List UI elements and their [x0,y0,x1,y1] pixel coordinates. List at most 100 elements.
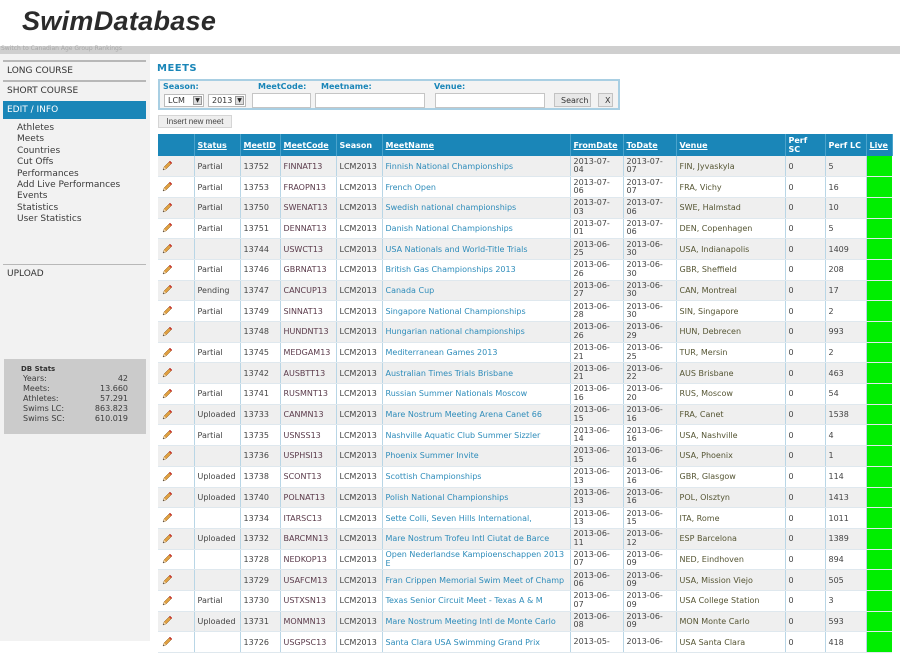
live-indicator[interactable] [866,404,892,426]
live-indicator[interactable] [866,280,892,302]
subnav-countries[interactable]: Countries [17,146,120,157]
subnav-add-live-performances[interactable]: Add Live Performances [17,180,120,191]
subnav-athletes[interactable]: Athletes [17,123,120,134]
pencil-edit-icon[interactable] [161,181,173,193]
live-indicator[interactable] [866,362,892,385]
meetname-link[interactable]: Danish National Championships [382,218,571,240]
meetname-link[interactable]: Canada Cup [382,280,571,302]
subnav-meets[interactable]: Meets [17,134,120,145]
meetname-link[interactable]: Texas Senior Circuit Meet - Texas A & M [382,590,571,612]
meetname-link[interactable]: French Open [382,176,571,198]
meetname-link[interactable]: Sette Colli, Seven Hills International, [382,507,571,529]
subnav-user-statistics[interactable]: User Statistics [17,214,120,225]
pencil-edit-icon[interactable] [161,636,173,648]
pencil-edit-icon[interactable] [161,615,173,627]
col-venue[interactable]: Venue [676,134,786,156]
insert-new-meet-button[interactable]: Insert new meet [158,115,232,128]
meetname-link[interactable]: Fran Crippen Memorial Swim Meet of Champ [382,569,571,591]
live-indicator[interactable] [866,466,892,488]
subnav-events[interactable]: Events [17,191,120,202]
live-indicator[interactable] [866,176,892,198]
meetname-link[interactable]: Nashville Aquatic Club Summer Sizzler [382,424,571,447]
switch-rankings-link[interactable]: Switch to Canadian Age Group Rankings [1,45,122,52]
meetname-link[interactable]: USA Nationals and World-Title Trials [382,238,571,260]
year-select[interactable]: 2013 ▼ [208,94,246,107]
meetname-link[interactable]: Singapore National Championships [382,300,571,322]
nav-short-course[interactable]: SHORT COURSE [3,80,146,99]
pencil-edit-icon[interactable] [161,284,173,296]
col-live[interactable]: Live [866,134,893,156]
live-indicator[interactable] [866,300,892,322]
live-indicator[interactable] [866,631,892,653]
pencil-edit-icon[interactable] [161,305,173,317]
meetname-link[interactable]: Russian Summer Nationals Moscow [382,383,571,405]
meetname-link[interactable]: Phoenix Summer Invite [382,445,571,467]
live-indicator[interactable] [866,238,892,260]
pencil-edit-icon[interactable] [161,326,173,338]
col-meetcode[interactable]: MeetCode [280,134,337,156]
pencil-edit-icon[interactable] [161,243,173,255]
live-indicator[interactable] [866,383,892,405]
col-fromdate[interactable]: FromDate [570,134,624,156]
live-indicator[interactable] [866,569,892,591]
nav-edit-info[interactable]: EDIT / INFO [3,101,146,119]
pencil-edit-icon[interactable] [161,553,173,565]
live-indicator[interactable] [866,549,892,571]
meetname-link[interactable]: Mare Nostrum Meeting Arena Canet 66 [382,404,571,426]
pencil-edit-icon[interactable] [161,409,173,421]
pencil-edit-icon[interactable] [161,574,173,586]
pencil-edit-icon[interactable] [161,491,173,503]
meetname-link[interactable]: Polish National Championships [382,487,571,509]
live-indicator[interactable] [866,424,892,447]
col-meetid[interactable]: MeetID [240,134,281,156]
pencil-edit-icon[interactable] [161,160,173,172]
live-indicator[interactable] [866,218,892,240]
pencil-edit-icon[interactable] [161,595,173,607]
pencil-edit-icon[interactable] [161,512,173,524]
meetname-link[interactable]: Australian Times Trials Brisbane [382,362,571,385]
course-select[interactable]: LCM ▼ [164,94,204,107]
live-indicator[interactable] [866,156,892,178]
meetcode-input[interactable] [252,93,311,108]
live-indicator[interactable] [866,321,892,343]
pencil-edit-icon[interactable] [161,450,173,462]
meetname-link[interactable]: Swedish national championships [382,197,571,219]
live-indicator[interactable] [866,259,892,281]
col-todate[interactable]: ToDate [623,134,677,156]
clear-button[interactable]: X [598,93,613,107]
live-indicator[interactable] [866,197,892,219]
chevron-down-icon[interactable]: ▼ [193,96,202,105]
meetname-link[interactable]: Mare Nostrum Meeting Intl de Monte Carlo [382,611,571,633]
subnav-cut-offs[interactable]: Cut Offs [17,157,120,168]
meetname-link[interactable]: Open Nederlandse Kampioenschappen 2013 E [382,549,571,571]
pencil-edit-icon[interactable] [161,202,173,214]
pencil-edit-icon[interactable] [161,264,173,276]
live-indicator[interactable] [866,445,892,467]
search-button[interactable]: Search [554,93,591,107]
pencil-edit-icon[interactable] [161,471,173,483]
meetname-link[interactable]: British Gas Championships 2013 [382,259,571,281]
col-status[interactable]: Status [194,134,241,156]
pencil-edit-icon[interactable] [161,388,173,400]
live-indicator[interactable] [866,611,892,633]
nav-upload[interactable]: UPLOAD [3,264,146,283]
pencil-edit-icon[interactable] [161,429,173,441]
meetname-link[interactable]: Mediterranean Games 2013 [382,342,571,364]
meetname-link[interactable]: Hungarian national championships [382,321,571,343]
live-indicator[interactable] [866,342,892,364]
pencil-edit-icon[interactable] [161,533,173,545]
meetname-input[interactable] [315,93,425,108]
live-indicator[interactable] [866,487,892,509]
pencil-edit-icon[interactable] [161,347,173,359]
pencil-edit-icon[interactable] [161,222,173,234]
live-indicator[interactable] [866,507,892,529]
pencil-edit-icon[interactable] [161,367,173,379]
live-indicator[interactable] [866,590,892,612]
live-indicator[interactable] [866,528,892,550]
chevron-down-icon[interactable]: ▼ [235,96,244,105]
site-logo[interactable]: SwimDatabase [22,6,216,37]
col-meetname[interactable]: MeetName [382,134,571,156]
meetname-link[interactable]: Scottish Championships [382,466,571,488]
subnav-statistics[interactable]: Statistics [17,203,120,214]
venue-input[interactable] [435,93,545,108]
